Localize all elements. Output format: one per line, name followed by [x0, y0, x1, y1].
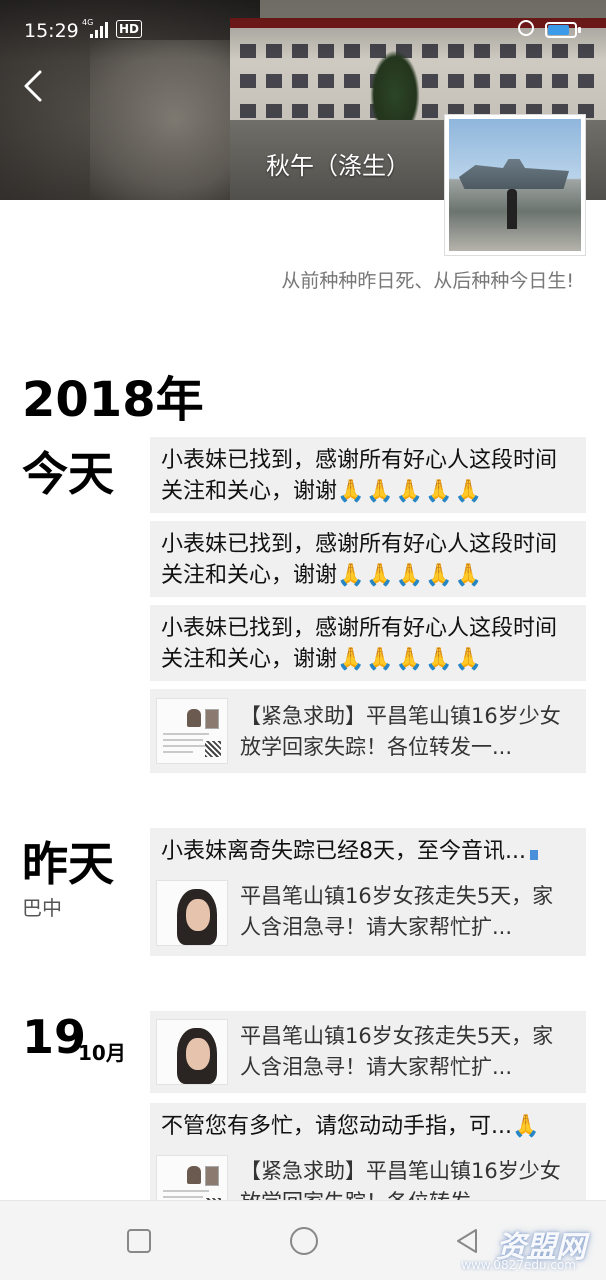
- link-post-item[interactable]: 平昌笔山镇16岁女孩走失5天，家人含泪急寻！请大家帮忙扩...: [150, 1011, 586, 1093]
- year-heading: 2018年: [22, 372, 204, 428]
- alarm-icon: [518, 20, 534, 36]
- recent-apps-button[interactable]: [123, 1225, 155, 1257]
- status-bar: 15:29 4G HD: [0, 0, 606, 60]
- clap-emoji: 🙏: [511, 1114, 540, 1139]
- back-button[interactable]: [16, 66, 52, 106]
- moments-page: 15:29 4G HD 秋午（涤生） 从前种种昨日死、从后种种今日生! 2018…: [0, 0, 606, 1280]
- date-month: 10月: [78, 1041, 126, 1065]
- link-title: 平昌笔山镇16岁女孩走失5天，家人含泪急寻！请大家帮忙扩...: [240, 1024, 554, 1079]
- post-text: 小表妹已找到，感谢所有好心人这段时间关注和关心，谢谢🙏🙏🙏🙏🙏: [150, 521, 586, 597]
- post-item[interactable]: 小表妹已找到，感谢所有好心人这段时间关注和关心，谢谢🙏🙏🙏🙏🙏: [150, 605, 586, 681]
- battery-icon: [545, 22, 581, 38]
- clap-emoji: 🙏🙏🙏🙏🙏: [337, 479, 484, 504]
- image-indicator-icon: [529, 850, 538, 860]
- post-item[interactable]: 小表妹已找到，感谢所有好心人这段时间关注和关心，谢谢🙏🙏🙏🙏🙏: [150, 437, 586, 513]
- location-label: 巴中: [22, 896, 62, 920]
- link-thumbnail: [156, 880, 228, 946]
- clap-emoji: 🙏🙏🙏🙏🙏: [337, 647, 484, 672]
- status-time: 15:29: [24, 20, 79, 42]
- post-text: 小表妹已找到，感谢所有好心人这段时间关注和关心，谢谢🙏🙏🙏🙏🙏: [150, 605, 586, 681]
- hd-badge: HD: [116, 20, 143, 38]
- link-title: 平昌笔山镇16岁女孩走失5天，家人含泪急寻！请大家帮忙扩...: [240, 884, 554, 939]
- date-day: 19: [22, 1010, 87, 1064]
- profile-name: 秋午（涤生）: [266, 152, 410, 180]
- link-thumbnail: [156, 698, 228, 764]
- post-item[interactable]: 小表妹离奇失踪已经8天，至今音讯... 平昌笔山镇16岁女孩走失5天，家人含泪急…: [150, 828, 586, 956]
- circle-icon: [290, 1227, 318, 1255]
- link-title: 【紧急求助】平昌笔山镇16岁少女放学回家失踪！各位转发一...: [240, 704, 561, 759]
- triangle-left-icon: [457, 1229, 477, 1253]
- watermark-url: www.0827edu.com: [461, 1258, 576, 1272]
- profile-signature: 从前种种昨日死、从后种种今日生!: [281, 270, 574, 292]
- day-label-today: 今天: [22, 447, 114, 501]
- clap-emoji: 🙏🙏🙏🙏🙏: [337, 563, 484, 588]
- shared-link[interactable]: 平昌笔山镇16岁女孩走失5天，家人含泪急寻！请大家帮忙扩...: [150, 873, 586, 951]
- link-post-item[interactable]: 【紧急求助】平昌笔山镇16岁少女放学回家失踪！各位转发一...: [150, 689, 586, 773]
- day-label-yesterday: 昨天: [22, 837, 114, 891]
- home-button[interactable]: [288, 1225, 320, 1257]
- signal-icon: [90, 22, 110, 38]
- post-item[interactable]: 小表妹已找到，感谢所有好心人这段时间关注和关心，谢谢🙏🙏🙏🙏🙏: [150, 521, 586, 597]
- link-thumbnail: [156, 1019, 228, 1085]
- post-text: 小表妹离奇失踪已经8天，至今音讯...: [150, 828, 586, 873]
- square-icon: [127, 1229, 151, 1253]
- avatar[interactable]: [444, 114, 586, 256]
- nav-back-button[interactable]: [452, 1225, 484, 1257]
- post-text: 小表妹已找到，感谢所有好心人这段时间关注和关心，谢谢🙏🙏🙏🙏🙏: [150, 437, 586, 513]
- chevron-left-icon: [24, 70, 42, 102]
- post-text: 不管您有多忙，请您动动手指，可...🙏: [161, 1114, 540, 1139]
